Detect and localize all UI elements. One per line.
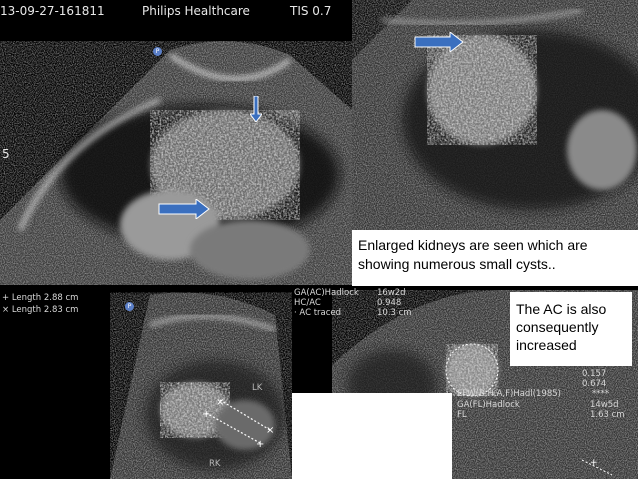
ultrasound-panel-top-left: 13-09-27-161811 Philips Healthcare TIS 0… [0, 0, 352, 285]
ultrasound-image-top-left [0, 0, 352, 285]
ultrasound-panel-bottom-left: + + × × + Length 2.88 cm × Length 2.83 c… [0, 285, 292, 479]
ac-caption-box: The AC is also consequently increased [510, 292, 632, 366]
value-3: **** [592, 389, 609, 399]
probe-marker-icon: P [153, 47, 162, 56]
depth-mark: 5 [2, 147, 10, 161]
right-arrow-icon [158, 199, 210, 219]
length-measurement-2: × Length 2.83 cm [2, 305, 79, 315]
ga-fl-value: 14w5d [590, 400, 619, 410]
value-1: 0.157 [582, 369, 607, 379]
ga-ac-label: GA(AC)Hadlock [294, 288, 359, 298]
svg-text:×: × [216, 397, 224, 408]
ga-ac-value: 16w2d [377, 288, 406, 298]
ac-traced-label: · AC traced [294, 308, 342, 318]
blank-white-box [292, 393, 452, 479]
probe-marker-icon: P [125, 302, 134, 311]
ultrasound-panel-top-right [352, 0, 638, 230]
hc-ac-label: HC/AC [294, 298, 321, 308]
svg-text:+: + [202, 409, 210, 420]
left-kidney-label: LK [252, 383, 263, 393]
tis-value: TIS 0.7 [290, 4, 332, 18]
ac-caption: The AC is also consequently increased [516, 301, 607, 353]
down-arrow-icon [250, 96, 262, 122]
ga-fl-label: GA(FL)Hadlock [457, 400, 520, 410]
svg-text:+: + [590, 458, 598, 468]
ac-traced-value: 10.3 cm [377, 308, 412, 318]
kidney-caption-box: Enlarged kidneys are seen which are show… [352, 230, 638, 286]
svg-text:×: × [266, 425, 274, 436]
value-2: 0.674 [582, 379, 607, 389]
right-arrow-icon [414, 32, 464, 52]
svg-text:+: + [256, 439, 264, 450]
ultrasound-image-top-right [352, 0, 638, 230]
efw-label: EFW(B,H,A,F)Hadl(1985) [457, 389, 561, 399]
fl-label: FL [457, 410, 467, 420]
length-measurement-1: + Length 2.88 cm [2, 293, 79, 303]
kidney-caption: Enlarged kidneys are seen which are show… [358, 237, 588, 272]
right-kidney-label: RK [209, 459, 221, 469]
vendor-name: Philips Healthcare [142, 4, 250, 18]
hc-ac-value: 0.948 [377, 298, 402, 308]
scan-id: 13-09-27-161811 [0, 4, 105, 18]
fl-value: 1.63 cm [590, 410, 625, 420]
